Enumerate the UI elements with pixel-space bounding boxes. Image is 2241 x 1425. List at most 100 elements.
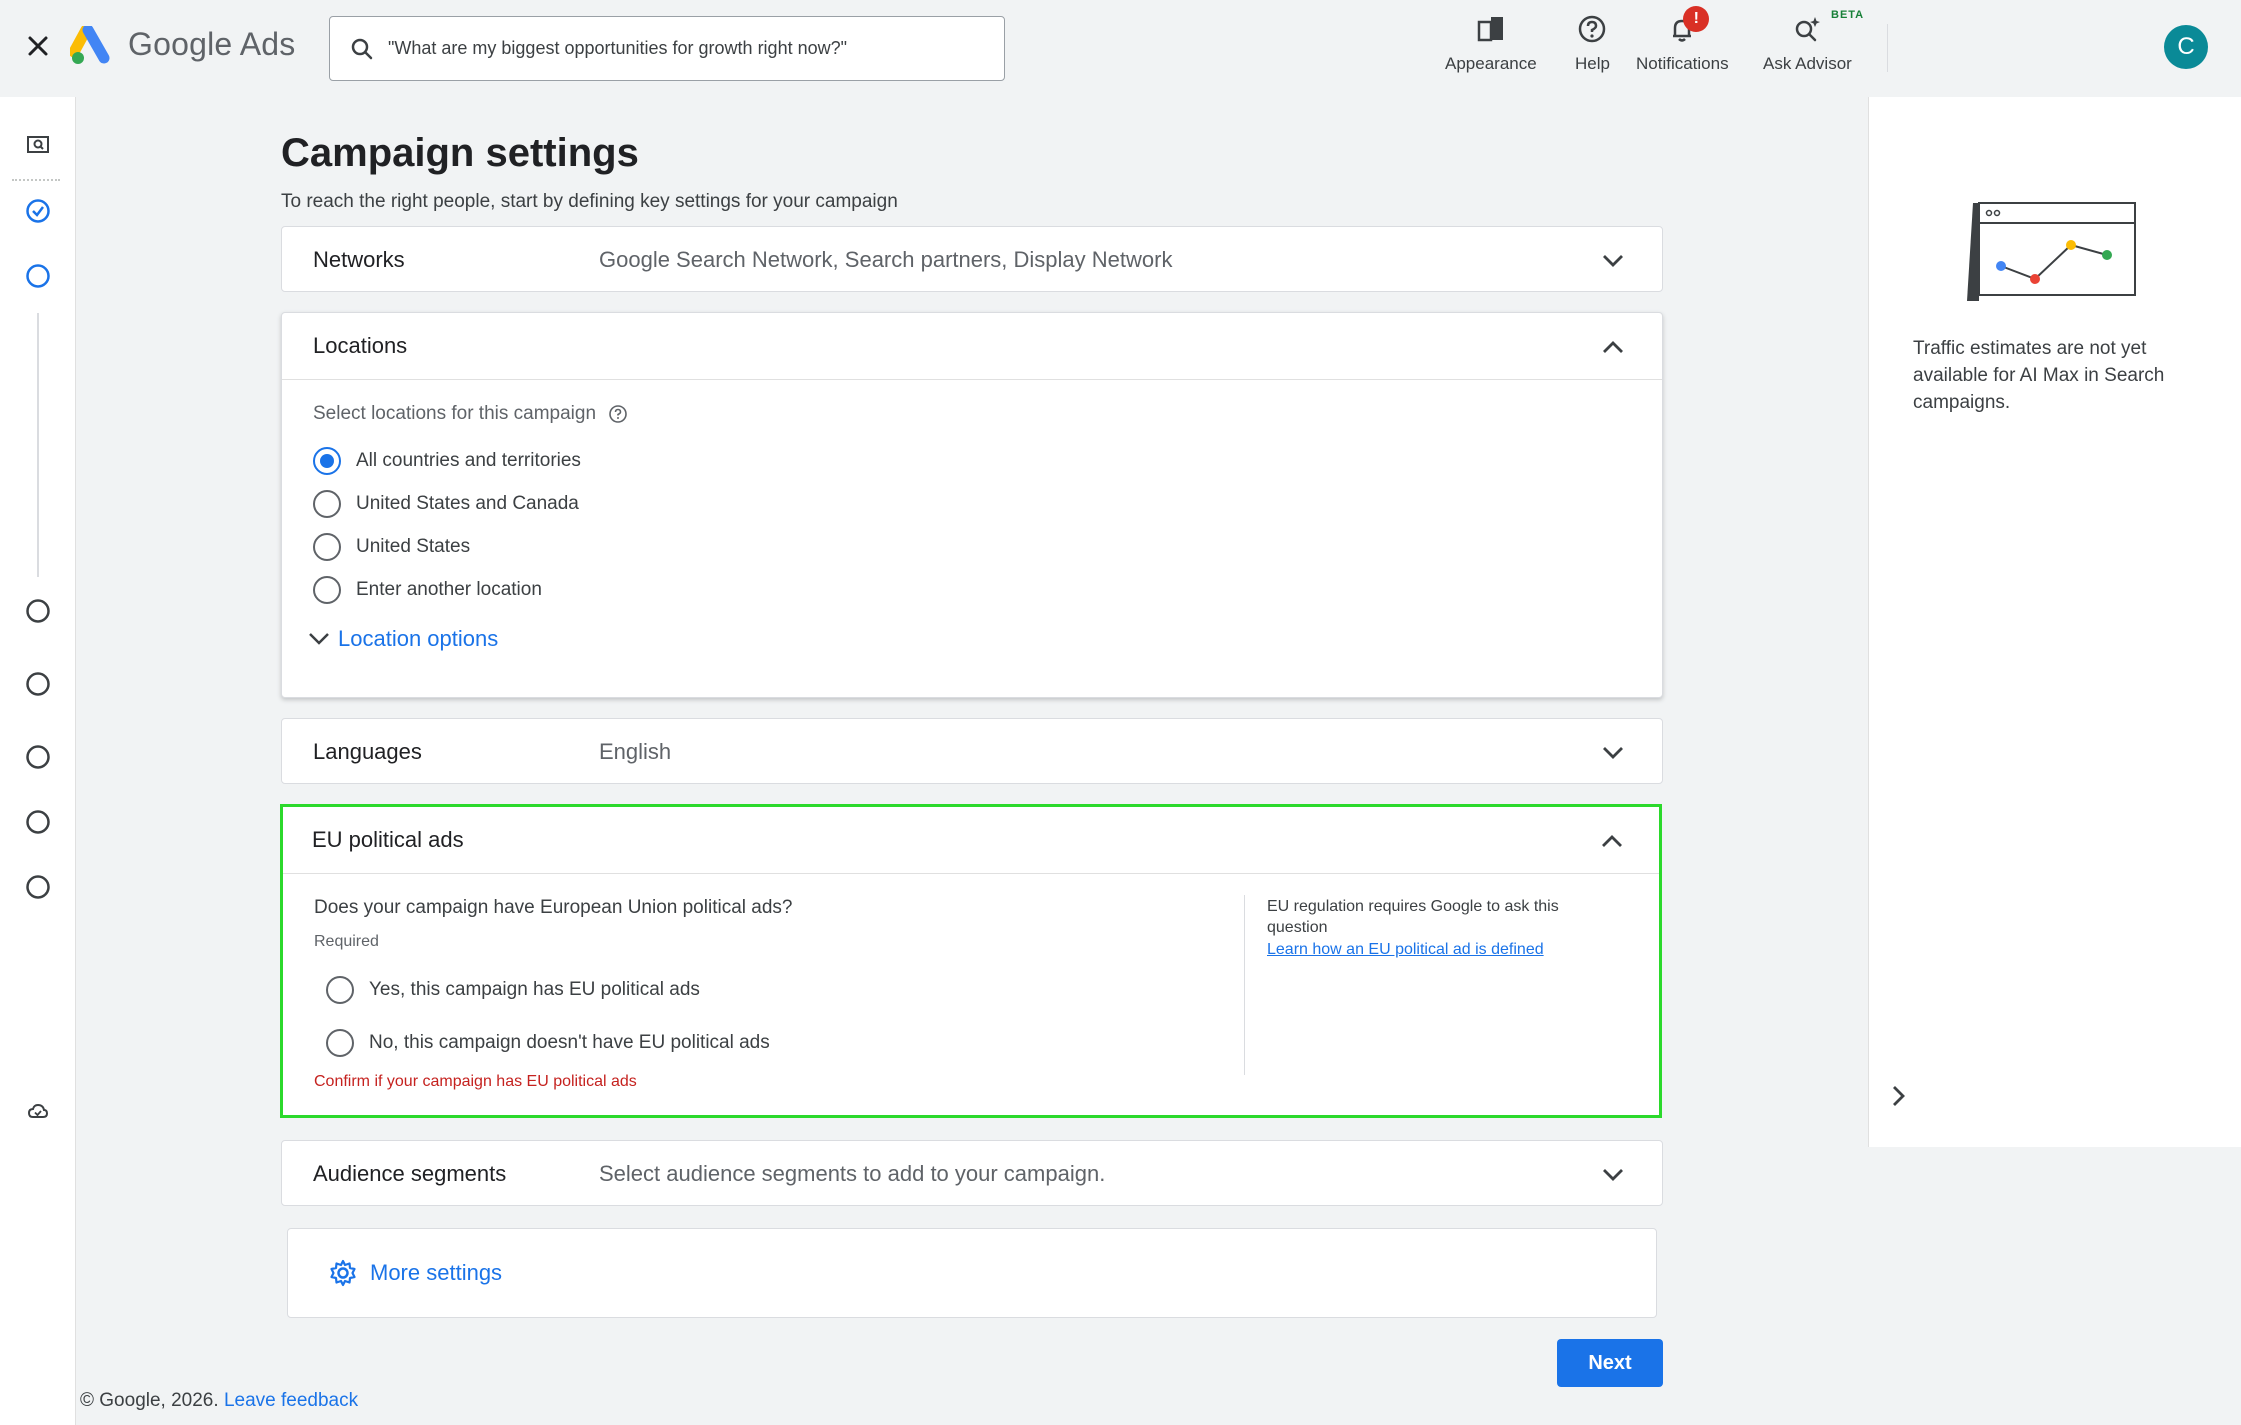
eu-option-no[interactable]: No, this campaign doesn't have EU politi… xyxy=(326,1016,1214,1069)
campaign-overview-icon[interactable] xyxy=(24,131,52,159)
location-option-us[interactable]: United States xyxy=(313,525,1631,568)
step-pending-icon[interactable] xyxy=(24,597,52,625)
top-bar: Google Ads Appearance Help ! Notificatio… xyxy=(0,0,2241,97)
step-pending-icon[interactable] xyxy=(24,808,52,836)
location-options-toggle[interactable]: Location options xyxy=(308,626,1631,652)
close-icon[interactable] xyxy=(22,30,54,62)
location-option-us-canada[interactable]: United States and Canada xyxy=(313,482,1631,525)
eu-question-block: Does your campaign have European Union p… xyxy=(314,897,1214,1091)
gear-icon xyxy=(330,1259,356,1287)
next-button[interactable]: Next xyxy=(1557,1339,1663,1387)
radio-button[interactable] xyxy=(313,575,341,604)
brand-name: Google Ads xyxy=(128,26,296,62)
search-bar[interactable] xyxy=(329,16,1005,81)
locations-section: Locations Select locations for this camp… xyxy=(281,312,1663,698)
eu-info-block: EU regulation requires Google to ask thi… xyxy=(1267,896,1607,960)
appearance-button[interactable]: Appearance xyxy=(1445,12,1537,74)
location-option-other[interactable]: Enter another location xyxy=(313,568,1631,611)
eu-political-ads-section: EU political ads Does your campaign have… xyxy=(280,804,1662,1118)
avatar[interactable]: C xyxy=(2164,25,2208,69)
section-divider xyxy=(283,873,1659,874)
toolbar-divider xyxy=(1887,24,1888,72)
appearance-label: Appearance xyxy=(1445,54,1537,73)
audience-segments-header[interactable]: Audience segments Select audience segmen… xyxy=(282,1141,1662,1207)
section-title: Locations xyxy=(313,333,408,358)
help-button[interactable]: Help xyxy=(1575,12,1610,74)
locations-prompt: Select locations for this campaign xyxy=(313,403,597,424)
traffic-estimates-message: Traffic estimates are not yet available … xyxy=(1913,338,2165,413)
rail-separator xyxy=(12,179,60,181)
eu-divider xyxy=(1244,895,1245,1075)
eu-radio-group: Yes, this campaign has EU political ads … xyxy=(326,963,1214,1069)
chart-illustration-icon xyxy=(1959,197,2139,312)
location-options-label: Location options xyxy=(338,626,499,651)
ask-advisor-button[interactable]: Ask Advisor xyxy=(1763,12,1852,74)
chevron-down-icon[interactable] xyxy=(1600,1162,1626,1188)
audience-segments-section: Audience segments Select audience segmen… xyxy=(281,1140,1663,1206)
appearance-icon xyxy=(1474,12,1508,46)
advisor-icon xyxy=(1790,12,1824,46)
chevron-right-icon[interactable] xyxy=(1885,1083,1911,1109)
section-summary: English xyxy=(599,739,672,764)
chevron-down-icon[interactable] xyxy=(1600,248,1626,274)
section-summary: Select audience segments to add to your … xyxy=(599,1161,1106,1186)
section-title: Audience segments xyxy=(313,1161,507,1186)
step-complete-icon[interactable] xyxy=(24,197,52,225)
leave-feedback-link[interactable]: Leave feedback xyxy=(224,1390,358,1411)
copyright: © Google, 2026. xyxy=(80,1390,219,1411)
languages-header[interactable]: Languages English xyxy=(282,719,1662,785)
notifications-button[interactable]: ! Notifications xyxy=(1636,6,1729,74)
step-pending-icon[interactable] xyxy=(24,743,52,771)
chevron-up-icon[interactable] xyxy=(1600,334,1626,360)
step-progress-line xyxy=(37,313,39,577)
step-pending-icon[interactable] xyxy=(24,873,52,901)
step-current-icon[interactable] xyxy=(24,262,52,290)
section-title: Networks xyxy=(313,247,405,272)
step-pending-icon[interactable] xyxy=(24,670,52,698)
radio-button[interactable] xyxy=(326,1028,354,1057)
left-rail xyxy=(0,97,76,1425)
more-settings-button[interactable]: More settings xyxy=(287,1228,1657,1318)
eu-option-yes[interactable]: Yes, this campaign has EU political ads xyxy=(326,963,1214,1016)
cloud-sync-icon[interactable] xyxy=(24,1097,52,1125)
networks-section: Networks Google Search Network, Search p… xyxy=(281,226,1663,292)
chevron-up-icon[interactable] xyxy=(1599,828,1625,854)
radio-label: United States xyxy=(356,535,471,557)
location-option-all[interactable]: All countries and territories xyxy=(313,439,1631,482)
chevron-down-icon[interactable] xyxy=(1600,740,1626,766)
radio-label: Yes, this campaign has EU political ads xyxy=(369,978,700,1000)
section-title: EU political ads xyxy=(312,827,464,852)
languages-section: Languages English xyxy=(281,718,1663,784)
notification-badge: ! xyxy=(1683,6,1710,32)
page-subtitle: To reach the right people, start by defi… xyxy=(281,191,898,212)
ask-advisor-label: Ask Advisor xyxy=(1763,54,1852,73)
help-icon[interactable] xyxy=(608,404,628,424)
radio-label: Enter another location xyxy=(356,578,542,600)
beta-tag: BETA xyxy=(1831,9,1865,21)
radio-label: No, this campaign doesn't have EU politi… xyxy=(369,1031,770,1053)
validation-error: Confirm if your campaign has EU politica… xyxy=(314,1073,637,1090)
google-ads-logo-icon xyxy=(68,24,114,66)
radio-button[interactable] xyxy=(313,489,341,518)
radio-label: All countries and territories xyxy=(356,449,581,471)
section-summary: Google Search Network, Search partners, … xyxy=(599,247,1173,272)
search-icon xyxy=(351,38,373,59)
help-icon xyxy=(1575,12,1609,46)
section-title: Languages xyxy=(313,739,422,764)
search-input[interactable] xyxy=(388,38,988,59)
eu-political-ads-header[interactable]: EU political ads xyxy=(283,807,1659,873)
radio-label: United States and Canada xyxy=(356,492,579,514)
traffic-estimates-panel: Traffic estimates are not yet available … xyxy=(1868,97,2241,1147)
locations-header[interactable]: Locations xyxy=(282,313,1662,379)
chevron-down-icon xyxy=(309,633,329,645)
required-label: Required xyxy=(314,933,379,950)
eu-info-text: EU regulation requires Google to ask thi… xyxy=(1267,898,1559,936)
radio-button[interactable] xyxy=(326,975,354,1004)
networks-header[interactable]: Networks Google Search Network, Search p… xyxy=(282,227,1662,293)
radio-button[interactable] xyxy=(313,532,341,561)
radio-button[interactable] xyxy=(313,446,341,475)
page-title: Campaign settings xyxy=(281,131,639,175)
eu-learn-more-link[interactable]: Learn how an EU political ad is defined xyxy=(1267,939,1607,960)
locations-body: Select locations for this campaign All c… xyxy=(282,380,1662,675)
footer: © Google, 2026. Leave feedback xyxy=(80,1390,358,1412)
